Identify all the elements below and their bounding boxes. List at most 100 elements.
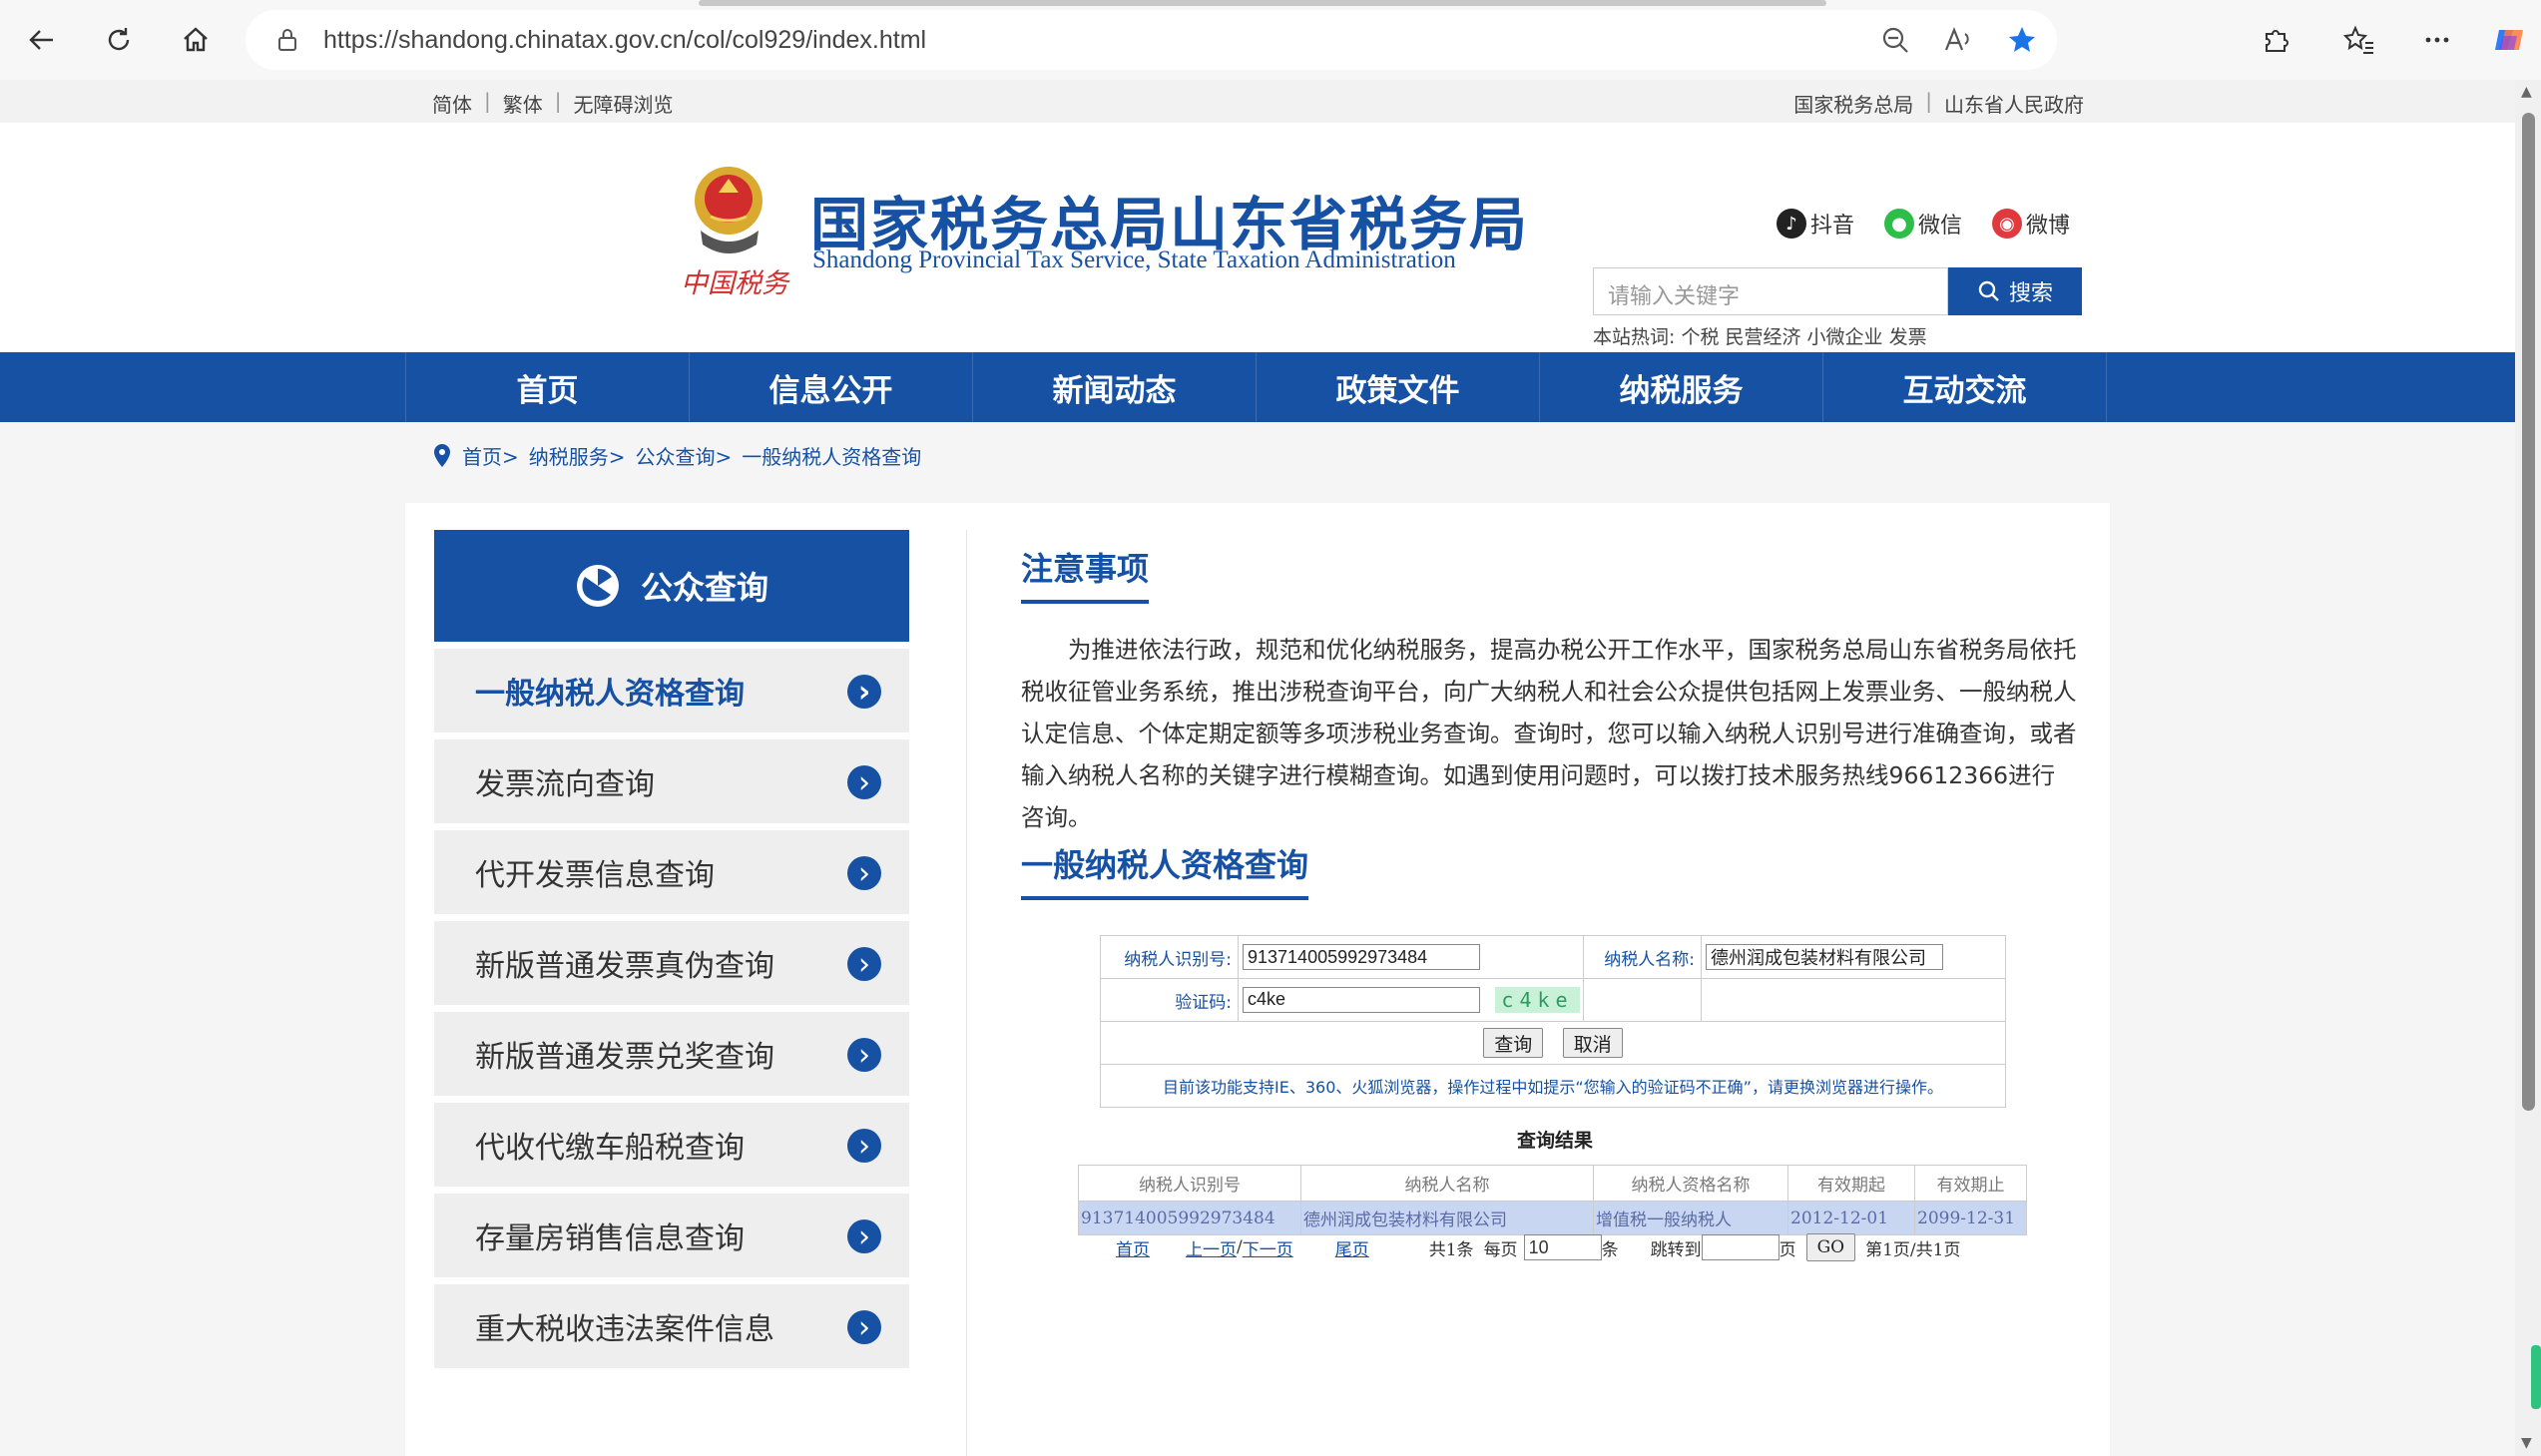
- sta-link[interactable]: 国家税务总局: [1793, 89, 1913, 118]
- taxpayer-name-input[interactable]: 德州润成包装材料有限公司: [1706, 944, 1943, 970]
- emblem-text: 中国税务: [681, 268, 790, 299]
- breadcrumb-home[interactable]: 首页>: [462, 441, 519, 470]
- total-count: 共1条: [1428, 1239, 1474, 1260]
- douyin-icon: ♪: [1777, 209, 1806, 239]
- breadcrumb: 首页> 纳税服务> 公众查询> 一般纳税人资格查询: [432, 441, 921, 470]
- chevron-right-icon: ›: [847, 947, 881, 982]
- go-button[interactable]: GO: [1805, 1233, 1856, 1261]
- back-button[interactable]: [18, 16, 66, 64]
- home-button[interactable]: [172, 16, 220, 64]
- scroll-up-icon[interactable]: ▲: [2521, 84, 2532, 100]
- nav-policy[interactable]: 政策文件: [1257, 352, 1540, 422]
- search-button-label: 搜索: [2008, 281, 2053, 306]
- prev-page-link[interactable]: 上一页: [1186, 1235, 1237, 1260]
- copilot-icon: [2495, 30, 2523, 50]
- puzzle-icon: [2266, 30, 2288, 52]
- last-page-link[interactable]: 尾页: [1335, 1235, 1369, 1260]
- weibo-link[interactable]: ◉ 微博: [1992, 208, 2070, 240]
- taxpayer-id-input[interactable]: 913714005992973484: [1243, 944, 1480, 970]
- sidebar-item-invoice-authenticity[interactable]: 新版普通发票真伪查询 ›: [434, 921, 909, 1005]
- chevron-right-icon: ›: [847, 856, 881, 891]
- breadcrumb-public-query[interactable]: 公众查询>: [636, 441, 733, 470]
- tax-emblem-logo[interactable]: 中国税务: [671, 153, 790, 302]
- sidebar-item-general-taxpayer[interactable]: 一般纳税人资格查询 ›: [434, 649, 909, 732]
- chevron-right-icon: ›: [847, 675, 881, 710]
- scrollbar-thumb[interactable]: [2522, 113, 2535, 1111]
- hot-words-list[interactable]: 个税 民营经济 小微企业 发票: [1681, 326, 1926, 348]
- captcha-input[interactable]: c4ke: [1243, 986, 1480, 1013]
- back-arrow-icon: [29, 30, 53, 50]
- hot-words-label: 本站热词:: [1593, 326, 1676, 348]
- query-button[interactable]: 查询: [1483, 1028, 1544, 1058]
- separator: |: [1925, 89, 1932, 113]
- copilot-button[interactable]: [2485, 16, 2533, 64]
- extensions-button[interactable]: [2252, 16, 2299, 64]
- nav-news[interactable]: 新闻动态: [973, 352, 1257, 422]
- sidebar-item-label: 代开发票信息查询: [475, 858, 715, 893]
- site-header: 中国税务 国家税务总局山东省税务局 Shandong Provincial Ta…: [0, 123, 2515, 352]
- jump-page-input[interactable]: [1701, 1234, 1779, 1260]
- search-button[interactable]: 搜索: [1948, 267, 2082, 315]
- favorite-star-icon[interactable]: [2007, 25, 2037, 55]
- shandong-gov-link[interactable]: 山东省人民政府: [1944, 89, 2084, 118]
- nav-home[interactable]: 首页: [406, 352, 690, 422]
- next-page-link[interactable]: 下一页: [1243, 1235, 1293, 1260]
- sidebar-item-vehicle-tax[interactable]: 代收代缴车船税查询 ›: [434, 1103, 909, 1187]
- sidebar-item-label: 发票流向查询: [475, 767, 655, 802]
- cancel-button[interactable]: 取消: [1562, 1028, 1623, 1058]
- nav-info-disclosure[interactable]: 信息公开: [690, 352, 973, 422]
- address-bar[interactable]: https://shandong.chinatax.gov.cn/col/col…: [246, 10, 2057, 70]
- page-scrollbar[interactable]: ▲ ▼: [2515, 80, 2541, 1456]
- chevron-right-icon: ›: [847, 1219, 881, 1254]
- sidebar-item-housing-sales[interactable]: 存量房销售信息查询 ›: [434, 1194, 909, 1277]
- emblem-icon: 中国税务: [681, 167, 790, 299]
- taxpayer-name-label: 纳税人名称:: [1583, 935, 1702, 979]
- page-info: 第1页/共1页: [1865, 1239, 1961, 1260]
- sidebar-item-label: 存量房销售信息查询: [475, 1221, 745, 1256]
- per-page-input[interactable]: 10: [1523, 1234, 1602, 1260]
- accessibility-link[interactable]: 无障碍浏览: [574, 89, 674, 118]
- breadcrumb-current: 一般纳税人资格查询: [742, 445, 922, 469]
- douyin-link[interactable]: ♪ 抖音: [1777, 208, 1854, 240]
- location-pin-icon: [434, 443, 450, 467]
- refresh-button[interactable]: [95, 16, 143, 64]
- captcha-image[interactable]: c4ke: [1495, 987, 1580, 1014]
- more-button[interactable]: [2413, 16, 2461, 64]
- favorites-list-icon: [2343, 25, 2373, 54]
- result-table: 纳税人识别号 纳税人名称 纳税人资格名称 有效期起 有效期止 913714005…: [1078, 1165, 2027, 1235]
- sidebar-item-issued-invoice[interactable]: 代开发票信息查询 ›: [434, 830, 909, 914]
- sidebar-item-violation-cases[interactable]: 重大税收违法案件信息 ›: [434, 1284, 909, 1368]
- sidebar-item-invoice-lottery[interactable]: 新版普通发票兑奖查询 ›: [434, 1012, 909, 1096]
- nav-interaction[interactable]: 互动交流: [1823, 352, 2107, 422]
- side-widget-tab[interactable]: [2531, 1345, 2541, 1409]
- sidebar-item-label: 新版普通发票真伪查询: [475, 949, 774, 984]
- nav-tax-service[interactable]: 纳税服务: [1540, 352, 1823, 422]
- col-header-end: 有效期止: [1914, 1165, 2027, 1202]
- chevron-right-icon: ›: [847, 1310, 881, 1345]
- zoom-out-icon[interactable]: [1881, 26, 1909, 54]
- wechat-link[interactable]: ● 微信: [1884, 208, 1962, 240]
- chevron-right-icon: ›: [847, 1129, 881, 1164]
- browser-tip: 目前该功能支持IE、360、火狐浏览器，操作过程中如提示“您输入的验证码不正确”…: [1100, 1064, 2006, 1108]
- simplified-link[interactable]: 简体: [432, 89, 472, 118]
- weibo-label: 微博: [2026, 214, 2071, 239]
- top-utility-bar: 简体 | 繁体 | 无障碍浏览 国家税务总局 | 山东省人民政府: [0, 80, 2515, 123]
- sidebar-item-label: 新版普通发票兑奖查询: [475, 1040, 774, 1075]
- read-aloud-icon[interactable]: [1943, 26, 1973, 54]
- site-search-input[interactable]: 请输入关键字: [1593, 267, 1948, 315]
- sidebar-menu: 一般纳税人资格查询 › 发票流向查询 › 代开发票信息查询 › 新版普通发票真伪…: [434, 649, 909, 1375]
- sidebar-item-invoice-flow[interactable]: 发票流向查询 ›: [434, 739, 909, 823]
- jump-unit: 页: [1779, 1239, 1796, 1260]
- favorites-button[interactable]: [2335, 16, 2383, 64]
- col-header-id: 纳税人识别号: [1078, 1165, 1301, 1202]
- first-page-link[interactable]: 首页: [1116, 1235, 1150, 1260]
- main-navigation: 首页 信息公开 新闻动态 政策文件 纳税服务 互动交流: [0, 352, 2515, 422]
- traditional-link[interactable]: 繁体: [503, 89, 543, 118]
- breadcrumb-tax-service[interactable]: 纳税服务>: [529, 441, 626, 470]
- scroll-down-icon[interactable]: ▼: [2521, 1435, 2532, 1451]
- result-title: 查询结果: [1517, 1130, 1594, 1152]
- sidebar-item-label: 一般纳税人资格查询: [475, 677, 745, 712]
- cell-start-date: 2012-12-01: [1787, 1201, 1915, 1235]
- query-section-title: 一般纳税人资格查询: [1021, 840, 1309, 900]
- public-query-icon: [576, 565, 619, 607]
